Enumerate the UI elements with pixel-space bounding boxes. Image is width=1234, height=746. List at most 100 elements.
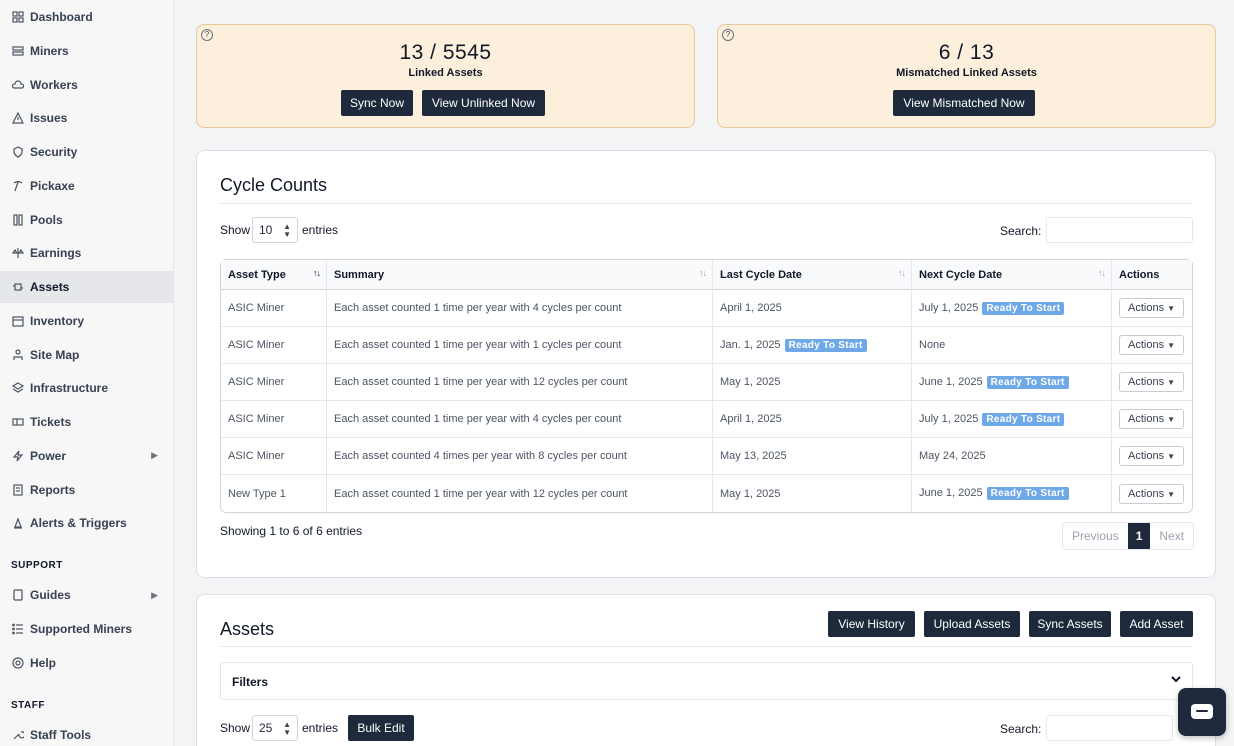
cloud-icon: [12, 79, 24, 91]
cell-summary: Each asset counted 1 time per year with …: [327, 364, 713, 401]
view-mismatched-button[interactable]: View Mismatched Now: [893, 90, 1035, 116]
view-unlinked-button[interactable]: View Unlinked Now: [422, 90, 545, 116]
upload-assets-button[interactable]: Upload Assets: [924, 611, 1020, 637]
sidebar-item-label: Guides: [30, 588, 71, 602]
sidebar-item-label: Tickets: [30, 415, 72, 429]
cell-next-cycle-date: June 1, 2025 Ready To Start: [912, 364, 1112, 401]
sidebar-item-supported-miners[interactable]: Supported Miners: [0, 613, 174, 645]
sidebar-item-workers[interactable]: Workers: [0, 69, 174, 101]
chip-icon: [12, 281, 24, 293]
sidebar-item-alerts-triggers[interactable]: Alerts & Triggers: [0, 507, 174, 539]
sort-icon: ↑↓: [898, 268, 906, 278]
sidebar-item-security[interactable]: Security: [0, 136, 174, 168]
select-arrows-icon: ▲ ▼: [283, 222, 291, 239]
sync-now-button[interactable]: Sync Now: [341, 90, 413, 116]
page-size-value: 25: [259, 721, 273, 735]
cycle-counts-title: Cycle Counts: [220, 175, 328, 195]
page-size-select[interactable]: 10 ▲ ▼: [252, 217, 298, 243]
chat-launcher-button[interactable]: [1178, 688, 1226, 736]
book-icon: [12, 589, 24, 601]
cell-summary: Each asset counted 4 times per year with…: [327, 438, 713, 475]
sidebar-item-label: Staff Tools: [30, 728, 92, 742]
pagination: Previous 1 Next: [1062, 522, 1195, 550]
sidebar-item-reports[interactable]: Reports: [0, 474, 174, 506]
search-label: Search:: [1000, 224, 1042, 238]
actions-dropdown-button[interactable]: Actions ▼: [1119, 298, 1185, 318]
actions-dropdown-button[interactable]: Actions ▼: [1119, 409, 1185, 429]
entries-label: entries: [302, 721, 339, 735]
help-icon[interactable]: ?: [201, 29, 213, 41]
table-row: ASIC Miner Each asset counted 1 time per …: [221, 327, 1192, 364]
sidebar-item-label: Dashboard: [30, 10, 93, 24]
status-badge: Ready To Start: [986, 375, 1069, 389]
sidebar-item-label: Inventory: [30, 313, 85, 328]
actions-dropdown-button[interactable]: Actions ▼: [1119, 372, 1185, 392]
cell-actions: Actions ▼: [1112, 364, 1192, 401]
status-badge: Ready To Start: [784, 338, 867, 352]
assets-page-size-select[interactable]: 25 ▲ ▼: [252, 715, 298, 741]
add-asset-button[interactable]: Add Asset: [1120, 611, 1193, 637]
help-icon[interactable]: ?: [722, 29, 734, 41]
alarm-icon: [12, 517, 24, 529]
sidebar-item-guides[interactable]: Guides ▶: [0, 579, 174, 611]
linked-assets-card: ? 13 / 5545 Linked Assets Sync Now View …: [196, 24, 695, 128]
pools-icon: [12, 213, 24, 226]
sidebar-item-help[interactable]: Help: [0, 647, 174, 679]
previous-page-button[interactable]: Previous: [1063, 523, 1128, 549]
actions-dropdown-button[interactable]: Actions ▼: [1119, 446, 1185, 466]
sidebar-item-miners[interactable]: Miners: [0, 35, 174, 67]
table-row: ASIC Miner Each asset counted 1 time per …: [221, 290, 1192, 327]
caret-right-icon: ▶: [151, 450, 158, 461]
sidebar-item-staff-tools[interactable]: Staff Tools: [0, 719, 174, 746]
server-icon: [12, 45, 24, 57]
sidebar-item-site-map[interactable]: Site Map: [0, 339, 174, 371]
sidebar-item-power[interactable]: Power ▶: [0, 440, 174, 472]
cell-asset-type: ASIC Miner: [221, 290, 327, 327]
list-icon: [12, 623, 24, 635]
sidebar-item-label: Miners: [30, 43, 69, 58]
col-last-cycle-date[interactable]: Last Cycle Date ↑↓: [713, 260, 912, 290]
view-history-button[interactable]: View History: [828, 611, 915, 637]
sidebar-item-earnings[interactable]: Earnings: [0, 237, 174, 269]
cell-next-cycle-date: June 1, 2025 Ready To Start: [912, 475, 1112, 512]
sidebar-item-inventory[interactable]: Inventory: [0, 305, 174, 337]
actions-dropdown-button[interactable]: Actions ▼: [1119, 335, 1185, 355]
search-input[interactable]: [1046, 217, 1193, 243]
sidebar-item-issues[interactable]: Issues: [0, 102, 174, 134]
cell-summary: Each asset counted 1 time per year with …: [327, 290, 713, 327]
sync-assets-button[interactable]: Sync Assets: [1029, 611, 1111, 637]
col-summary[interactable]: Summary ↑↓: [327, 260, 713, 290]
next-page-button[interactable]: Next: [1150, 523, 1193, 549]
sidebar-item-assets[interactable]: Assets: [0, 271, 174, 303]
sidebar-item-label: Supported Miners: [30, 621, 133, 636]
sidebar-item-label: Power: [30, 448, 67, 463]
cell-actions: Actions ▼: [1112, 401, 1192, 438]
sidebar-item-label: Help: [30, 655, 57, 670]
cell-asset-type: ASIC Miner: [221, 401, 327, 438]
select-arrows-icon: ▲ ▼: [283, 720, 291, 737]
sidebar-item-label: Reports: [30, 482, 76, 497]
sidebar: Dashboard Miners Workers Issues Security Pick…: [0, 0, 174, 746]
col-next-cycle-date[interactable]: Next Cycle Date ↑↓: [912, 260, 1112, 290]
cell-last-cycle-date: Jan. 1, 2025 Ready To Start: [713, 327, 912, 364]
assets-search-input[interactable]: [1046, 715, 1173, 741]
filters-toggle[interactable]: Filters: [220, 662, 1193, 700]
page-1-button[interactable]: 1: [1127, 523, 1151, 549]
bulk-edit-button[interactable]: Bulk Edit: [348, 715, 414, 741]
caret-down-icon: ▼: [1167, 341, 1176, 350]
col-asset-type[interactable]: Asset Type ↑↓: [221, 260, 327, 290]
status-badge: Ready To Start: [982, 412, 1065, 426]
cell-asset-type: ASIC Miner: [221, 364, 327, 401]
actions-dropdown-button[interactable]: Actions ▼: [1119, 483, 1185, 504]
cell-actions: Actions ▼: [1112, 475, 1192, 512]
caret-down-icon: ▼: [1167, 304, 1176, 313]
sidebar-item-pickaxe[interactable]: Pickaxe: [0, 170, 174, 202]
sidebar-item-dashboard[interactable]: Dashboard: [0, 1, 174, 33]
ticket-icon: [12, 416, 24, 428]
scale-icon: [12, 247, 24, 259]
report-icon: [12, 483, 24, 496]
sidebar-item-tickets[interactable]: Tickets: [0, 406, 174, 438]
sidebar-item-infrastructure[interactable]: Infrastructure: [0, 372, 174, 404]
sidebar-item-pools[interactable]: Pools: [0, 204, 174, 236]
cell-next-cycle-date: July 1, 2025 Ready To Start: [912, 401, 1112, 438]
